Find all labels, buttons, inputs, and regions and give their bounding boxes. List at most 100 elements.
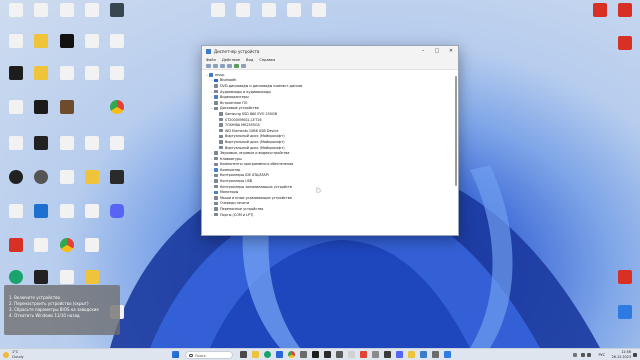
- pdf-icon[interactable]: [612, 36, 638, 50]
- tree-category[interactable]: › Порты (COM и LPT): [205, 212, 449, 218]
- desktop-icon[interactable]: [104, 34, 130, 48]
- yandex-icon[interactable]: [79, 238, 105, 252]
- help-icon[interactable]: [227, 64, 232, 68]
- desktop-icon[interactable]: [79, 270, 105, 284]
- back-icon[interactable]: [206, 64, 211, 68]
- edge-icon[interactable]: [264, 351, 271, 358]
- chrome-icon[interactable]: [104, 100, 130, 114]
- pdf-icon[interactable]: [612, 3, 638, 17]
- desktop-icon[interactable]: [79, 3, 105, 17]
- app-icon[interactable]: [312, 351, 319, 358]
- desktop-icon[interactable]: [3, 3, 29, 17]
- desktop-icon[interactable]: [28, 136, 54, 150]
- maximize-button[interactable]: □: [430, 46, 444, 56]
- store-icon[interactable]: [276, 351, 283, 358]
- desktop-icon[interactable]: [3, 34, 29, 48]
- desktop-icon[interactable]: [54, 100, 80, 114]
- edge-icon[interactable]: [3, 270, 29, 284]
- app-icon[interactable]: [396, 351, 403, 358]
- desktop-icon[interactable]: [54, 170, 80, 184]
- pdf-icon[interactable]: [612, 270, 638, 284]
- desktop-icon[interactable]: [54, 34, 80, 48]
- desktop-icon[interactable]: [54, 136, 80, 150]
- desktop-icon[interactable]: [3, 136, 29, 150]
- desktop-icon[interactable]: [79, 136, 105, 150]
- properties-icon[interactable]: [220, 64, 225, 68]
- chrome-icon[interactable]: [288, 351, 295, 358]
- desktop-icon[interactable]: [54, 66, 80, 80]
- scan-hardware-icon[interactable]: [234, 64, 239, 68]
- menu-file[interactable]: Файл: [206, 58, 216, 62]
- desktop-icon[interactable]: [54, 204, 80, 218]
- start-icon[interactable]: [172, 351, 179, 358]
- desktop-icon[interactable]: [28, 204, 54, 218]
- menu-view[interactable]: Вид: [246, 58, 253, 62]
- file-explorer-icon[interactable]: [252, 351, 259, 358]
- title-bar[interactable]: Диспетчер устройств – □ ✕: [202, 46, 458, 56]
- app-icon[interactable]: [300, 351, 307, 358]
- desktop-icon[interactable]: [104, 136, 130, 150]
- desktop-icon[interactable]: [3, 66, 29, 80]
- desktop-icon[interactable]: [28, 100, 54, 114]
- volume-icon[interactable]: [587, 353, 591, 357]
- desktop-icon[interactable]: [28, 34, 54, 48]
- tree-label: Мониторы: [220, 190, 239, 195]
- app-icon[interactable]: [384, 351, 391, 358]
- desktop-icon[interactable]: [306, 3, 332, 17]
- desktop-icon[interactable]: [79, 170, 105, 184]
- app-icon[interactable]: [348, 351, 355, 358]
- app-icon[interactable]: [432, 351, 439, 358]
- epic-games-icon[interactable]: [104, 170, 130, 184]
- monitor-icon[interactable]: [241, 64, 246, 68]
- desktop-icon[interactable]: [79, 204, 105, 218]
- device-manager-task-icon[interactable]: [420, 351, 427, 358]
- pdf-icon[interactable]: [587, 3, 613, 17]
- app-icon[interactable]: [360, 351, 367, 358]
- app-icon[interactable]: [324, 351, 331, 358]
- app-icon[interactable]: [408, 351, 415, 358]
- language-indicator[interactable]: РУС: [599, 353, 605, 357]
- desktop-icon[interactable]: [79, 66, 105, 80]
- desktop-icon[interactable]: [28, 170, 54, 184]
- search-box[interactable]: Поиск: [185, 351, 233, 359]
- menu-help[interactable]: Справка: [259, 58, 275, 62]
- notification-icon[interactable]: [633, 353, 637, 357]
- desktop-icon[interactable]: [3, 100, 29, 114]
- desktop-icon[interactable]: [3, 204, 29, 218]
- desktop-icon[interactable]: [54, 3, 80, 17]
- minimize-button[interactable]: –: [416, 46, 430, 56]
- desktop-icon[interactable]: [104, 3, 130, 17]
- device-icon: [219, 128, 223, 133]
- desktop-icon[interactable]: [281, 3, 307, 17]
- desktop-icon[interactable]: [28, 66, 54, 80]
- app-icon[interactable]: [372, 351, 379, 358]
- scrollbar-thumb[interactable]: [455, 76, 457, 186]
- desktop-icon[interactable]: [256, 3, 282, 17]
- chevron-up-icon[interactable]: [573, 353, 577, 357]
- chrome-icon[interactable]: [54, 238, 80, 252]
- forward-icon[interactable]: [213, 64, 218, 68]
- desktop-icon[interactable]: [79, 34, 105, 48]
- desktop-icon[interactable]: [28, 238, 54, 252]
- desktop-icon[interactable]: [612, 305, 638, 319]
- app-icon[interactable]: [336, 351, 343, 358]
- pdf-icon[interactable]: [3, 238, 29, 252]
- task-view-icon[interactable]: [240, 351, 247, 358]
- app-icon[interactable]: [444, 351, 451, 358]
- menu-action[interactable]: Действие: [222, 58, 240, 62]
- scrollbar[interactable]: [454, 74, 457, 228]
- tree-label: Компоненты программного обеспечения: [220, 162, 294, 167]
- desktop-icon[interactable]: [104, 66, 130, 80]
- discord-icon[interactable]: [104, 204, 130, 218]
- clock-time[interactable]: 12:56: [621, 350, 631, 354]
- desktop-icon[interactable]: [205, 3, 231, 17]
- desktop-icon[interactable]: [28, 270, 54, 284]
- network-icon[interactable]: [581, 353, 585, 357]
- tree-label: Звуковые, игровые и видеоустройства: [220, 151, 290, 156]
- desktop-icon[interactable]: [230, 3, 256, 17]
- close-button[interactable]: ✕: [444, 46, 458, 56]
- desktop-icon[interactable]: [54, 270, 80, 284]
- desktop-icon[interactable]: [3, 170, 29, 184]
- clock-date[interactable]: 26.12.2023: [612, 355, 631, 359]
- desktop-icon[interactable]: [28, 3, 54, 17]
